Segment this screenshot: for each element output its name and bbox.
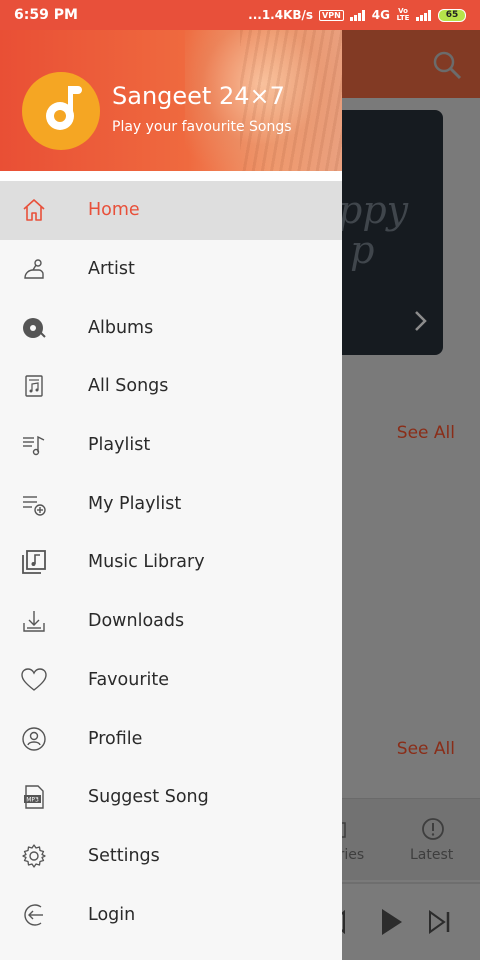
heart-icon bbox=[20, 666, 48, 694]
my-playlist-icon bbox=[20, 490, 48, 518]
app-tagline: Play your favourite Songs bbox=[112, 119, 292, 135]
status-time: 6:59 PM bbox=[14, 7, 78, 23]
albums-icon bbox=[20, 314, 48, 342]
home-icon bbox=[20, 196, 48, 224]
downloads-icon bbox=[20, 607, 48, 635]
see-all-link-1[interactable]: See All bbox=[397, 423, 455, 443]
menu-label-login: Login bbox=[88, 904, 136, 925]
menu-label-favourite: Favourite bbox=[88, 669, 170, 690]
mp3-icon: MP3 bbox=[20, 783, 48, 811]
see-all-link-2[interactable]: See All bbox=[397, 739, 455, 759]
app-name: Sangeet 24×7 bbox=[112, 82, 285, 110]
play-icon[interactable] bbox=[380, 908, 404, 936]
menu-item-favourite[interactable]: Favourite bbox=[0, 651, 342, 710]
menu-item-playlist[interactable]: Playlist bbox=[0, 416, 342, 475]
menu-item-profile[interactable]: Profile bbox=[0, 709, 342, 768]
artist-icon bbox=[20, 255, 48, 283]
login-icon bbox=[20, 901, 48, 929]
status-icons: ...1.4KB/s VPN 4G Vo LTE 65 bbox=[248, 8, 466, 22]
volte-badge: Vo LTE bbox=[396, 7, 410, 22]
menu-item-music-library[interactable]: Music Library bbox=[0, 533, 342, 592]
menu-label-profile: Profile bbox=[88, 728, 143, 749]
app-logo-icon bbox=[22, 72, 100, 150]
status-bar: 6:59 PM ...1.4KB/s VPN 4G Vo LTE 65 bbox=[0, 0, 480, 30]
menu-label-playlist: Playlist bbox=[88, 435, 151, 456]
menu-label-home: Home bbox=[88, 200, 140, 221]
network-speed: ...1.4KB/s bbox=[248, 8, 314, 22]
menu-label-albums: Albums bbox=[88, 317, 154, 338]
menu-item-downloads[interactable]: Downloads bbox=[0, 592, 342, 651]
bottom-nav: ories Latest bbox=[330, 798, 480, 880]
chevron-right-icon[interactable] bbox=[413, 310, 427, 332]
tab-latest[interactable]: Latest bbox=[410, 847, 453, 863]
drawer-menu: Home Artist Albums All Songs Playlist My… bbox=[0, 181, 342, 944]
menu-label-downloads: Downloads bbox=[88, 611, 185, 632]
drawer-header: Sangeet 24×7 Play your favourite Songs bbox=[0, 30, 342, 171]
drawer-divider bbox=[0, 171, 342, 181]
navigation-drawer: Sangeet 24×7 Play your favourite Songs H… bbox=[0, 30, 342, 960]
menu-item-artist[interactable]: Artist bbox=[0, 240, 342, 299]
menu-item-albums[interactable]: Albums bbox=[0, 298, 342, 357]
menu-label-suggest-song: Suggest Song bbox=[88, 787, 209, 808]
music-library-icon bbox=[20, 548, 48, 576]
next-icon[interactable] bbox=[428, 910, 452, 934]
gear-icon bbox=[20, 842, 48, 870]
vpn-badge: VPN bbox=[319, 9, 344, 21]
menu-label-all-songs: All Songs bbox=[88, 376, 169, 397]
menu-item-my-playlist[interactable]: My Playlist bbox=[0, 474, 342, 533]
menu-item-login[interactable]: Login bbox=[0, 885, 342, 944]
menu-item-settings[interactable]: Settings bbox=[0, 827, 342, 886]
signal-icon-2 bbox=[416, 9, 432, 21]
signal-icon bbox=[349, 9, 366, 21]
battery-icon: 65 bbox=[438, 8, 466, 22]
latest-icon bbox=[421, 817, 445, 841]
search-icon[interactable] bbox=[432, 50, 462, 80]
svg-text:MP3: MP3 bbox=[26, 797, 39, 804]
menu-label-artist: Artist bbox=[88, 259, 135, 280]
menu-label-settings: Settings bbox=[88, 845, 160, 866]
menu-item-all-songs[interactable]: All Songs bbox=[0, 357, 342, 416]
logo-flag bbox=[68, 86, 82, 94]
profile-icon bbox=[20, 725, 48, 753]
menu-item-suggest-song[interactable]: MP3 Suggest Song bbox=[0, 768, 342, 827]
all-songs-icon bbox=[20, 372, 48, 400]
banner-card[interactable]: ppy p bbox=[330, 110, 443, 355]
mini-player bbox=[330, 882, 480, 960]
menu-label-music-library: Music Library bbox=[88, 552, 205, 573]
playlist-icon bbox=[20, 431, 48, 459]
banner-text: ppy p bbox=[338, 188, 409, 272]
menu-item-home[interactable]: Home bbox=[0, 181, 342, 240]
menu-label-my-playlist: My Playlist bbox=[88, 493, 182, 514]
network-type: 4G bbox=[371, 8, 390, 22]
